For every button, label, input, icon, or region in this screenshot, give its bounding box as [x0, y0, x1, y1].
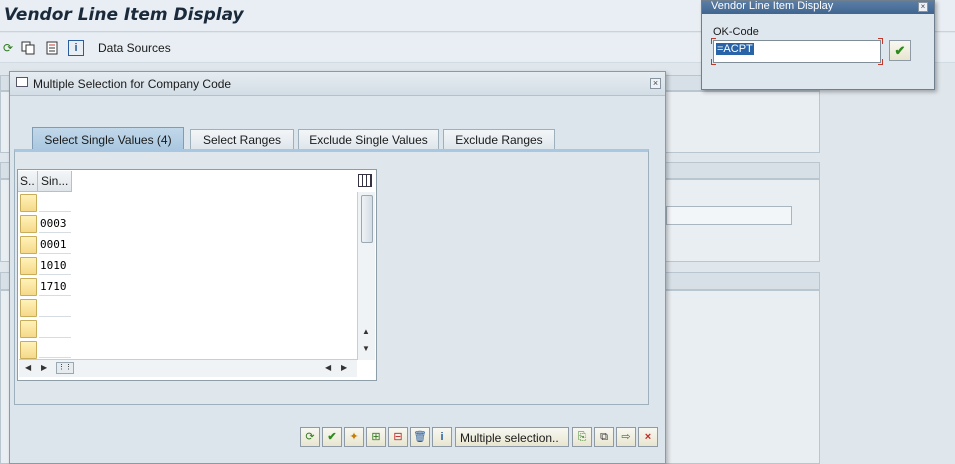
continue-button[interactable]: ✔	[889, 40, 911, 61]
scroll-left-icon[interactable]: ◀	[325, 364, 331, 372]
paste-button[interactable]: ⇨	[616, 427, 636, 447]
table-cell[interactable]: 1710	[39, 276, 71, 296]
okcode-popup: Vendor Line Item Display × OK-Code =ACPT…	[701, 0, 935, 90]
help-button[interactable]: i	[432, 427, 452, 447]
table-cell[interactable]: 1010	[39, 255, 71, 275]
row-selector[interactable]	[20, 278, 37, 296]
row-selector[interactable]	[20, 341, 37, 359]
popup-title: Vendor Line Item Display	[711, 0, 834, 12]
okcode-input[interactable]: =ACPT	[713, 40, 881, 63]
tab-select-ranges[interactable]: Select Ranges	[190, 129, 294, 150]
focus-marker	[878, 59, 883, 65]
table-cell[interactable]	[39, 339, 71, 358]
window-icon	[16, 77, 28, 87]
import-button[interactable]: ⎘	[572, 427, 592, 447]
vertical-scrollbar[interactable]: ▲ ▼	[357, 192, 375, 360]
dialog-header: Multiple Selection for Company Code ×	[10, 72, 665, 96]
dialog-title: Multiple Selection for Company Code	[33, 77, 232, 91]
data-sources-button[interactable]: Data Sources	[98, 41, 171, 55]
row-selector[interactable]	[20, 299, 37, 317]
delete-line-button[interactable]: ⊟	[388, 427, 408, 447]
okcode-label: OK-Code	[713, 26, 759, 38]
cancel-button[interactable]: ×	[638, 427, 658, 447]
delete-all-button[interactable]: 🗑	[410, 427, 430, 447]
page-title: Vendor Line Item Display	[4, 5, 244, 25]
row-selector[interactable]	[20, 257, 37, 275]
execute-icon[interactable]: ⟳	[0, 40, 16, 56]
okcode-value: =ACPT	[716, 43, 754, 55]
table-cell[interactable]	[39, 192, 71, 212]
row-selector[interactable]	[20, 236, 37, 254]
focus-marker	[711, 38, 716, 44]
row-selector[interactable]	[20, 215, 37, 233]
multiple-selection-dialog: Multiple Selection for Company Code × Se…	[9, 71, 666, 464]
column-header-single-value[interactable]: Sin...	[38, 171, 72, 192]
table-cell[interactable]: 0001	[39, 234, 71, 254]
table-cell[interactable]: 0003	[39, 213, 71, 233]
scroll-left-icon[interactable]: ◀	[25, 364, 31, 372]
execute-button[interactable]: ⟳	[300, 427, 320, 447]
row-selector[interactable]	[20, 194, 37, 212]
multiple-selection-button[interactable]: Multiple selection..	[455, 427, 569, 447]
scroll-right-icon[interactable]: ▶	[341, 364, 347, 372]
scroll-up-icon[interactable]: ▲	[362, 328, 370, 336]
scroll-right-icon[interactable]: ▶	[41, 364, 47, 372]
insert-line-button[interactable]: ⊞	[366, 427, 386, 447]
scroll-down-icon[interactable]: ▼	[362, 345, 370, 353]
row-selector[interactable]	[20, 320, 37, 338]
table-cell[interactable]	[39, 318, 71, 338]
bg-input-field	[666, 206, 792, 225]
focus-marker	[878, 38, 883, 44]
tab-exclude-ranges[interactable]: Exclude Ranges	[443, 129, 555, 150]
close-icon[interactable]: ×	[650, 78, 661, 89]
upload-button[interactable]: ⧉	[594, 427, 614, 447]
confirm-button[interactable]: ✔	[322, 427, 342, 447]
single-values-table: S.. Sin... 0003 0001 1010 1710 ▲ ▼ ◀ ▶ ⋮…	[17, 169, 377, 381]
tab-select-single-values[interactable]: Select Single Values (4)	[32, 127, 184, 150]
select-options-button[interactable]: ✦	[344, 427, 364, 447]
list-icon[interactable]	[44, 40, 60, 56]
scroll-thumb[interactable]	[361, 195, 373, 243]
column-header-selection[interactable]: S..	[18, 171, 38, 192]
popup-header: Vendor Line Item Display ×	[702, 0, 934, 14]
scroll-thumb[interactable]: ⋮⋮	[56, 362, 74, 374]
horizontal-scrollbar[interactable]: ◀ ▶ ⋮⋮ ◀ ▶	[19, 359, 357, 377]
tab-exclude-single-values[interactable]: Exclude Single Values	[298, 129, 439, 150]
close-icon[interactable]: ×	[918, 2, 928, 12]
table-settings-icon[interactable]	[358, 174, 372, 187]
copy-icon[interactable]	[20, 40, 36, 56]
table-cell[interactable]	[39, 297, 71, 317]
focus-marker	[711, 59, 716, 65]
info-icon[interactable]: i	[68, 40, 84, 56]
